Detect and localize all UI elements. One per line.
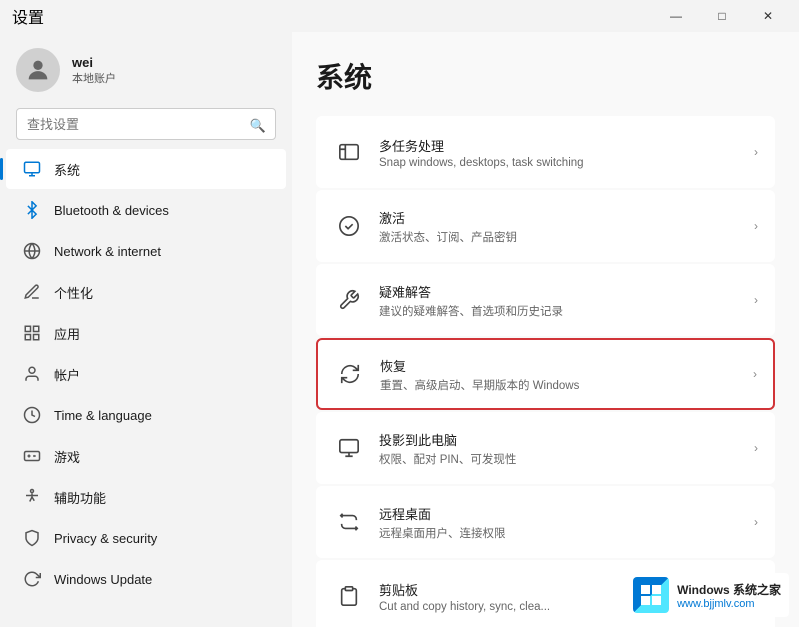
nav-list: 系统 Bluetooth & devices Network & interne… xyxy=(0,148,292,627)
user-profile[interactable]: wei 本地账户 xyxy=(0,32,292,104)
setting-text: 多任务处理 Snap windows, desktops, task switc… xyxy=(379,136,746,169)
multitasking-icon xyxy=(333,136,365,168)
accounts-icon xyxy=(22,364,42,384)
setting-title: 多任务处理 xyxy=(379,136,746,155)
watermark: Windows 系统之家 www.bjjmlv.com xyxy=(625,573,789,617)
watermark-logo xyxy=(633,577,669,613)
chevron-right-icon: › xyxy=(754,515,758,529)
clipboard-icon xyxy=(333,580,365,612)
user-name: wei xyxy=(72,55,116,70)
sidebar-item-update[interactable]: Windows Update xyxy=(6,559,286,599)
setting-item-multitasking[interactable]: 多任务处理 Snap windows, desktops, task switc… xyxy=(316,116,775,188)
activation-icon xyxy=(333,210,365,242)
setting-desc: 激活状态、订阅、产品密钥 xyxy=(379,229,746,245)
title-bar-title: 设置 xyxy=(12,4,44,28)
minimize-button[interactable]: — xyxy=(653,0,699,32)
time-icon xyxy=(22,405,42,425)
setting-text: 远程桌面 远程桌面用户、连接权限 xyxy=(379,504,746,541)
setting-desc: Snap windows, desktops, task switching xyxy=(379,157,746,169)
setting-desc: 重置、高级启动、早期版本的 Windows xyxy=(380,377,745,393)
setting-item-remote[interactable]: 远程桌面 远程桌面用户、连接权限 › xyxy=(316,486,775,558)
apps-icon xyxy=(22,323,42,343)
setting-item-recovery[interactable]: 恢复 重置、高级启动、早期版本的 Windows › xyxy=(316,338,775,410)
setting-title: 恢复 xyxy=(380,356,745,375)
settings-list: 多任务处理 Snap windows, desktops, task switc… xyxy=(316,116,775,627)
setting-title: 疑难解答 xyxy=(379,282,746,301)
setting-desc: 权限、配对 PIN、可发现性 xyxy=(379,451,746,467)
chevron-right-icon: › xyxy=(754,293,758,307)
sidebar-item-label: Windows Update xyxy=(54,572,152,587)
sidebar-item-label: Bluetooth & devices xyxy=(54,203,169,218)
sidebar-item-bluetooth[interactable]: Bluetooth & devices xyxy=(6,190,286,230)
app-container: wei 本地账户 🔍 系统 Bluetooth & devices Networ… xyxy=(0,32,799,627)
setting-title: 投影到此电脑 xyxy=(379,430,746,449)
update-icon xyxy=(22,569,42,589)
page-title: 系统 xyxy=(316,56,775,96)
chevron-right-icon: › xyxy=(753,367,757,381)
watermark-line1: Windows 系统之家 xyxy=(677,581,781,598)
sidebar-item-label: 游戏 xyxy=(54,447,80,466)
search-container: 🔍 xyxy=(0,104,292,148)
sidebar-item-label: 帐户 xyxy=(54,365,80,384)
accessibility-icon xyxy=(22,487,42,507)
sidebar-item-label: Privacy & security xyxy=(54,531,157,546)
sidebar-item-label: 辅助功能 xyxy=(54,488,106,507)
sidebar-item-network[interactable]: Network & internet xyxy=(6,231,286,271)
sidebar-item-label: 系统 xyxy=(54,160,80,179)
title-bar-left: 设置 xyxy=(12,4,44,28)
search-input[interactable] xyxy=(16,108,276,140)
setting-item-projection[interactable]: 投影到此电脑 权限、配对 PIN、可发现性 › xyxy=(316,412,775,484)
sidebar-item-privacy[interactable]: Privacy & security xyxy=(6,518,286,558)
setting-text: 激活 激活状态、订阅、产品密钥 xyxy=(379,208,746,245)
system-icon xyxy=(22,159,42,179)
title-bar: 设置 — □ ✕ xyxy=(0,0,799,32)
sidebar-item-apps[interactable]: 应用 xyxy=(6,313,286,353)
chevron-right-icon: › xyxy=(754,441,758,455)
setting-item-troubleshoot[interactable]: 疑难解答 建议的疑难解答、首选项和历史记录 › xyxy=(316,264,775,336)
sidebar-item-gaming[interactable]: 游戏 xyxy=(6,436,286,476)
recovery-icon xyxy=(334,358,366,390)
user-info: wei 本地账户 xyxy=(72,55,116,86)
chevron-right-icon: › xyxy=(754,145,758,159)
content-area: 系统 多任务处理 Snap windows, desktops, task sw… xyxy=(292,32,799,627)
sidebar-item-label: 个性化 xyxy=(54,283,93,302)
projection-icon xyxy=(333,432,365,464)
setting-item-activation[interactable]: 激活 激活状态、订阅、产品密钥 › xyxy=(316,190,775,262)
chevron-right-icon: › xyxy=(754,219,758,233)
setting-text: 投影到此电脑 权限、配对 PIN、可发现性 xyxy=(379,430,746,467)
watermark-line2: www.bjjmlv.com xyxy=(677,598,781,610)
sidebar-item-label: Network & internet xyxy=(54,244,161,259)
setting-title: 激活 xyxy=(379,208,746,227)
setting-text: 恢复 重置、高级启动、早期版本的 Windows xyxy=(380,356,745,393)
sidebar: wei 本地账户 🔍 系统 Bluetooth & devices Networ… xyxy=(0,32,292,627)
maximize-button[interactable]: □ xyxy=(699,0,745,32)
troubleshoot-icon xyxy=(333,284,365,316)
close-button[interactable]: ✕ xyxy=(745,0,791,32)
avatar xyxy=(16,48,60,92)
personalization-icon xyxy=(22,282,42,302)
user-role: 本地账户 xyxy=(72,70,116,86)
sidebar-item-accessibility[interactable]: 辅助功能 xyxy=(6,477,286,517)
gaming-icon xyxy=(22,446,42,466)
watermark-text: Windows 系统之家 www.bjjmlv.com xyxy=(677,581,781,610)
remote-icon xyxy=(333,506,365,538)
sidebar-item-time[interactable]: Time & language xyxy=(6,395,286,435)
setting-title: 远程桌面 xyxy=(379,504,746,523)
sidebar-item-accounts[interactable]: 帐户 xyxy=(6,354,286,394)
sidebar-item-label: Time & language xyxy=(54,408,152,423)
bluetooth-icon xyxy=(22,200,42,220)
setting-text: 疑难解答 建议的疑难解答、首选项和历史记录 xyxy=(379,282,746,319)
privacy-icon xyxy=(22,528,42,548)
sidebar-item-personalization[interactable]: 个性化 xyxy=(6,272,286,312)
sidebar-item-label: 应用 xyxy=(54,324,80,343)
setting-desc: 建议的疑难解答、首选项和历史记录 xyxy=(379,303,746,319)
setting-desc: 远程桌面用户、连接权限 xyxy=(379,525,746,541)
network-icon xyxy=(22,241,42,261)
title-bar-controls: — □ ✕ xyxy=(653,0,791,32)
sidebar-item-system[interactable]: 系统 xyxy=(6,149,286,189)
